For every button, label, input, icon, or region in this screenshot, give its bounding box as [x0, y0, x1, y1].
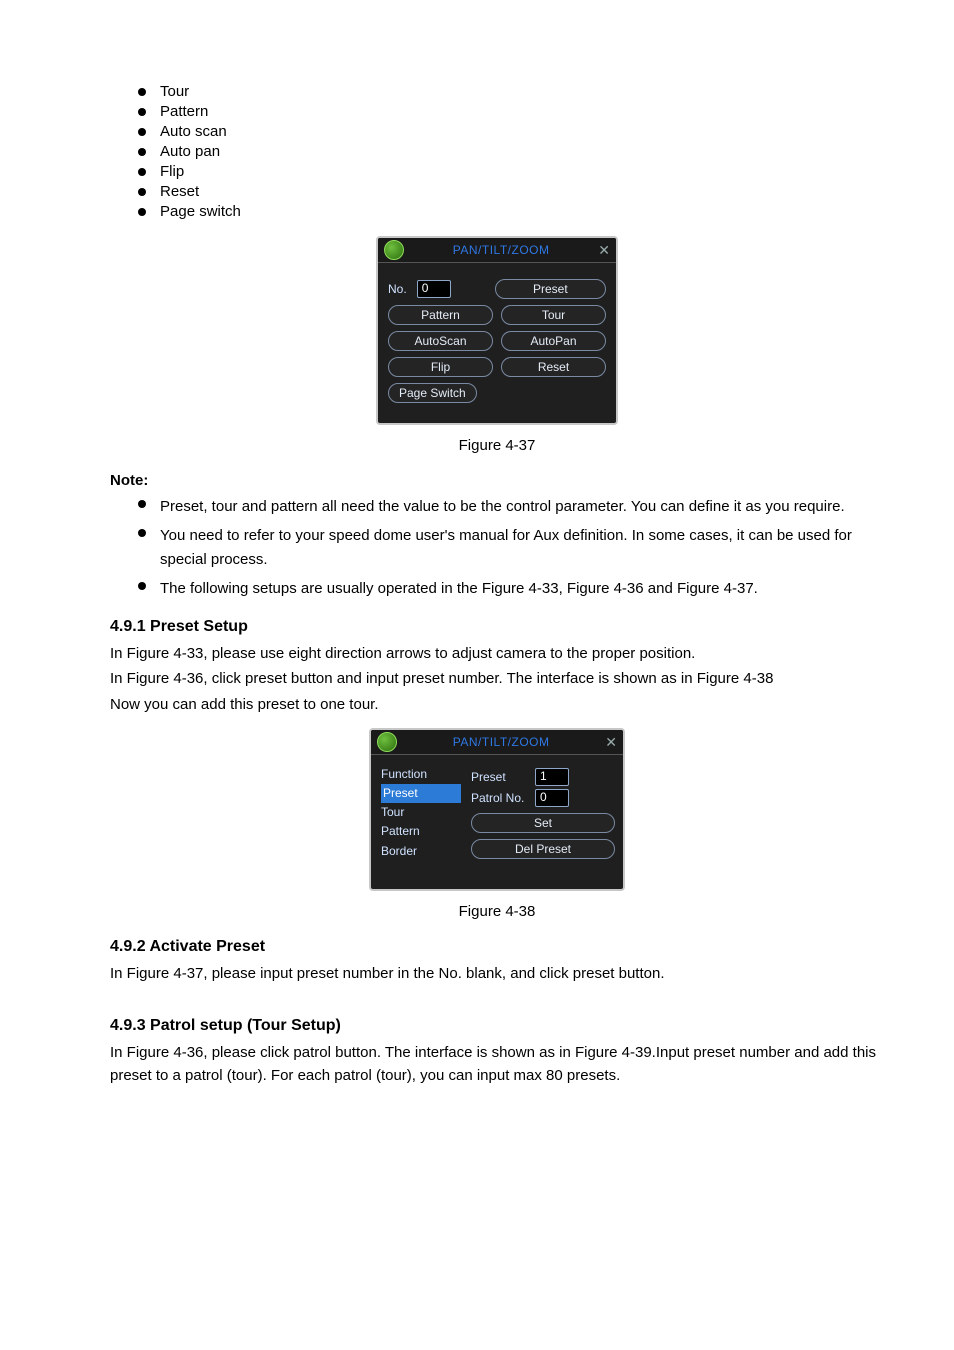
pattern-button[interactable]: Pattern — [388, 305, 493, 325]
patrol-no-label: Patrol No. — [471, 791, 529, 805]
ptz-window-1: PAN/TILT/ZOOM ✕ No. 0 Preset Pattern Tou… — [376, 236, 618, 425]
heading-493: 4.9.3 Patrol setup (Tour Setup) — [110, 1017, 884, 1035]
flip-button[interactable]: Flip — [388, 357, 493, 377]
app-logo-icon — [377, 732, 397, 752]
paragraph: Now you can add this preset to one tour. — [110, 693, 884, 716]
preset-label: Preset — [471, 770, 529, 784]
reset-button[interactable]: Reset — [501, 357, 606, 377]
function-item-tour[interactable]: Tour — [381, 803, 461, 822]
heading-492: 4.9.2 Activate Preset — [110, 938, 884, 956]
figure-caption-38: Figure 4-38 — [110, 903, 884, 920]
function-heading: Function — [381, 765, 461, 784]
app-logo-icon — [384, 240, 404, 260]
tour-button[interactable]: Tour — [501, 305, 606, 325]
set-button[interactable]: Set — [471, 813, 615, 833]
note-heading: Note: — [110, 472, 884, 489]
paragraph: In Figure 4-36, please click patrol butt… — [110, 1041, 884, 1088]
close-icon[interactable]: ✕ — [598, 243, 610, 257]
function-item-border[interactable]: Border — [381, 842, 461, 861]
list-item: Auto scan — [138, 123, 884, 140]
list-item: Tour — [138, 83, 884, 100]
patrol-no-input[interactable]: 0 — [535, 789, 569, 807]
autoscan-button[interactable]: AutoScan — [388, 331, 493, 351]
no-input[interactable]: 0 — [417, 280, 451, 298]
note-list: Preset, tour and pattern all need the va… — [110, 495, 884, 600]
close-icon[interactable]: ✕ — [605, 735, 617, 749]
note-item: Preset, tour and pattern all need the va… — [138, 495, 884, 518]
del-preset-button[interactable]: Del Preset — [471, 839, 615, 859]
window-title: PAN/TILT/ZOOM — [397, 735, 605, 749]
function-item-pattern[interactable]: Pattern — [381, 822, 461, 841]
ptz-window-2: PAN/TILT/ZOOM ✕ Function Preset Tour Pat… — [369, 728, 625, 891]
heading-491: 4.9.1 Preset Setup — [110, 618, 884, 636]
function-item-preset[interactable]: Preset — [381, 784, 461, 803]
figure-caption-37: Figure 4-37 — [110, 437, 884, 454]
note-item: The following setups are usually operate… — [138, 577, 884, 600]
paragraph: In Figure 4-37, please input preset numb… — [110, 962, 884, 985]
list-item: Auto pan — [138, 143, 884, 160]
preset-input[interactable]: 1 — [535, 768, 569, 786]
list-item: Flip — [138, 163, 884, 180]
window-title: PAN/TILT/ZOOM — [404, 243, 598, 257]
autopan-button[interactable]: AutoPan — [501, 331, 606, 351]
page-switch-button[interactable]: Page Switch — [388, 383, 477, 403]
function-list: Function Preset Tour Pattern Border — [381, 765, 461, 875]
no-label: No. — [388, 282, 407, 296]
preset-button[interactable]: Preset — [495, 279, 606, 299]
list-item: Reset — [138, 183, 884, 200]
paragraph: In Figure 4-33, please use eight directi… — [110, 642, 884, 665]
feature-list: Tour Pattern Auto scan Auto pan Flip Res… — [110, 83, 884, 220]
paragraph: In Figure 4-36, click preset button and … — [110, 667, 884, 690]
list-item: Page switch — [138, 203, 884, 220]
note-item: You need to refer to your speed dome use… — [138, 524, 884, 571]
list-item: Pattern — [138, 103, 884, 120]
